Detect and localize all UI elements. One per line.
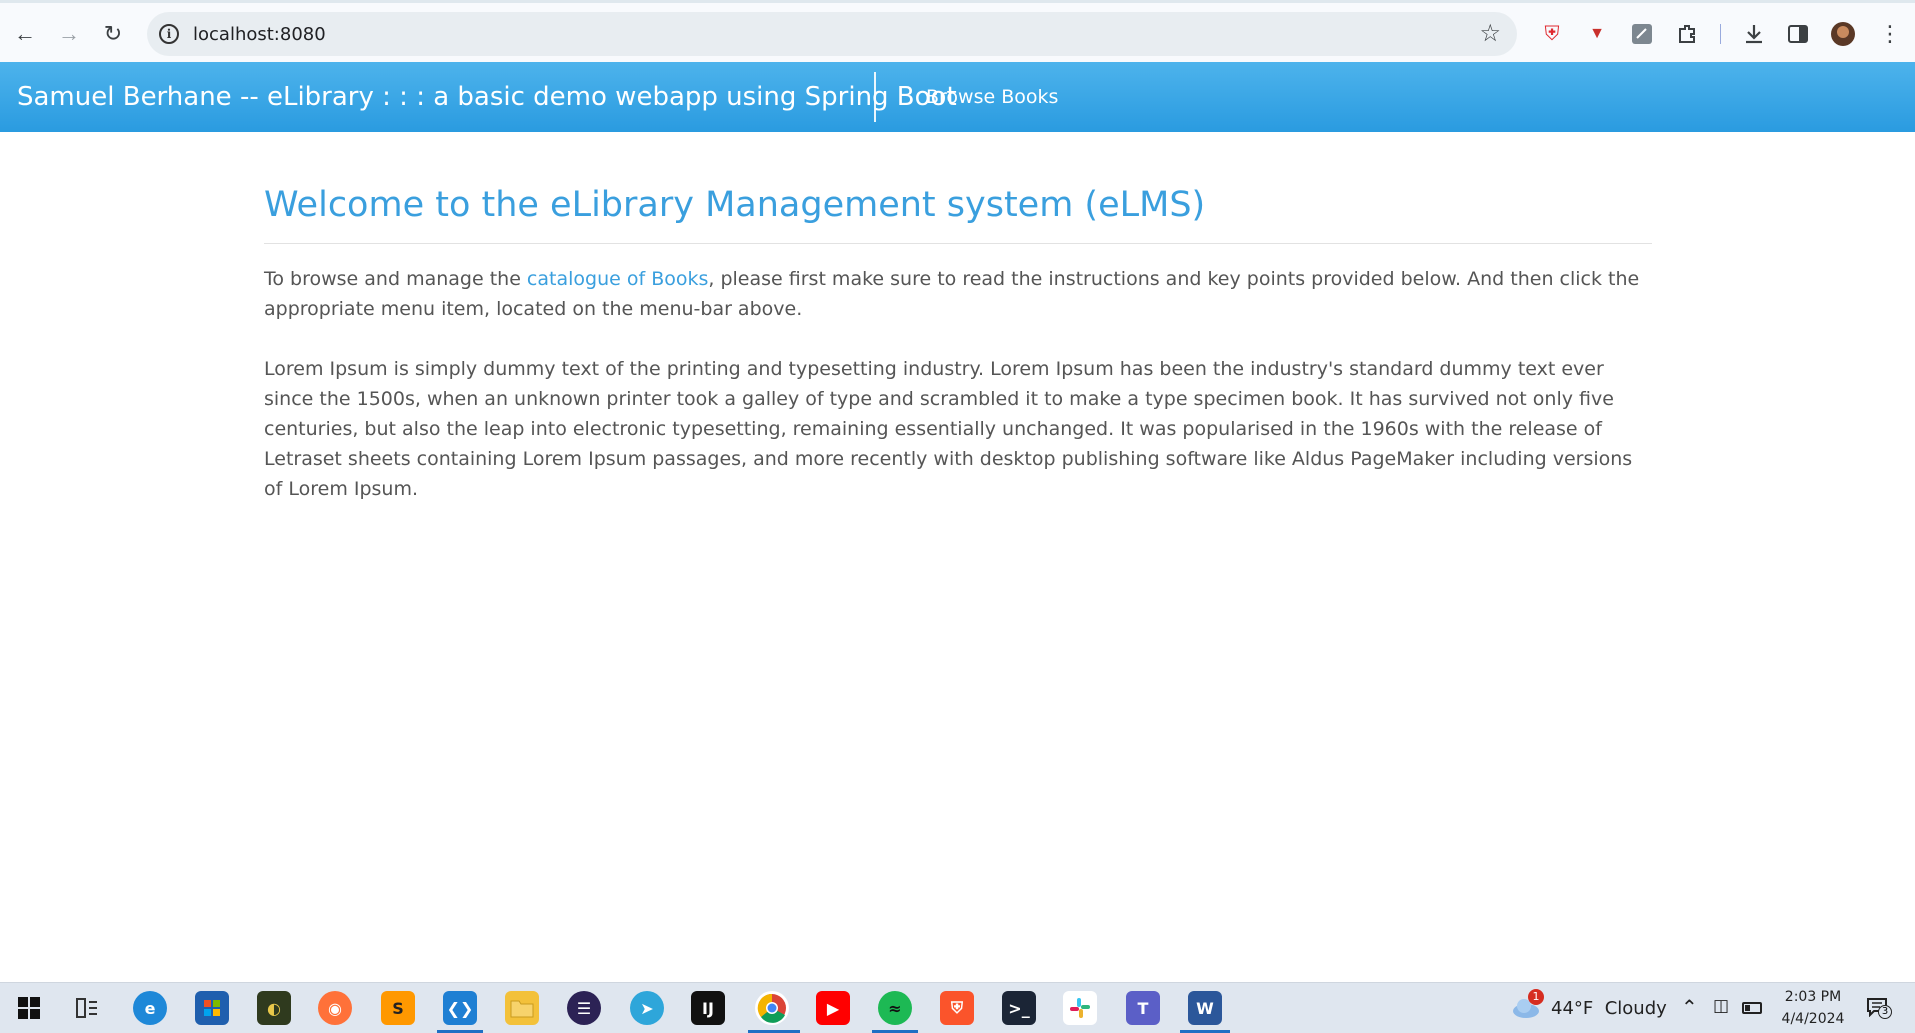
microsoft-store-icon[interactable] xyxy=(195,991,229,1025)
brand-title[interactable]: Samuel Berhane -- eLibrary : : : a basic… xyxy=(17,82,957,112)
word-icon[interactable]: W xyxy=(1188,991,1222,1025)
site-info-icon[interactable]: i xyxy=(159,24,179,44)
url-text[interactable]: localhost:8080 xyxy=(193,24,326,45)
extensions-puzzle-icon[interactable] xyxy=(1674,21,1700,47)
catalogue-link[interactable]: catalogue of Books xyxy=(527,268,708,290)
terminal-icon[interactable]: >_ xyxy=(1002,991,1036,1025)
file-explorer-icon[interactable] xyxy=(505,991,539,1025)
task-view-icon[interactable] xyxy=(70,991,104,1025)
youtube-icon[interactable]: ▶ xyxy=(816,991,850,1025)
pocket-icon[interactable]: ▼ xyxy=(1584,21,1610,47)
weather-text[interactable]: 44°F Cloudy xyxy=(1551,998,1667,1019)
reload-icon[interactable]: ↻ xyxy=(98,19,128,49)
clock-time[interactable]: 2:03 PM xyxy=(1783,989,1843,1005)
spotify-icon[interactable]: ≈ xyxy=(878,991,912,1025)
menu-kebab-icon[interactable]: ⋮ xyxy=(1877,21,1903,47)
main-content: Welcome to the eLibrary Management syste… xyxy=(264,180,1652,504)
eclipse-icon[interactable]: ☰ xyxy=(567,991,601,1025)
meet-now-icon[interactable]: ◫ xyxy=(1713,996,1729,1016)
profile-avatar[interactable] xyxy=(1830,21,1856,47)
weather-badge: 1 xyxy=(1528,989,1544,1005)
notification-center-icon[interactable]: 3 xyxy=(1866,997,1892,1019)
brave-icon[interactable]: ⛨ xyxy=(940,991,974,1025)
sublime-text-icon[interactable]: S xyxy=(381,991,415,1025)
intellij-icon[interactable]: IJ xyxy=(691,991,725,1025)
weather-cloud-icon[interactable]: 1 xyxy=(1510,989,1544,1019)
vscode-icon[interactable]: ❮❯ xyxy=(443,991,477,1025)
back-icon[interactable]: ← xyxy=(10,19,40,49)
forward-icon[interactable]: → xyxy=(54,19,84,49)
app-icon-yellow-circle[interactable]: ◐ xyxy=(257,991,291,1025)
shield-icon[interactable]: ⛨ xyxy=(1539,21,1565,47)
windows-taskbar: e ◐ ◉ S ❮❯ ☰ ➤ IJ ▶ ≈ ⛨ >_ T W 1 44°F Cl… xyxy=(0,982,1915,1033)
navbar-divider xyxy=(874,72,876,122)
edge-browser-icon[interactable]: e xyxy=(133,991,167,1025)
side-panel-icon[interactable] xyxy=(1785,21,1811,47)
windows-start-icon[interactable] xyxy=(12,991,46,1025)
bookmark-star-icon[interactable]: ☆ xyxy=(1479,19,1501,48)
download-icon[interactable] xyxy=(1741,21,1767,47)
battery-icon[interactable] xyxy=(1742,1002,1762,1014)
clock-date[interactable]: 4/4/2024 xyxy=(1778,1011,1848,1027)
slack-icon[interactable] xyxy=(1063,991,1097,1025)
lorem-paragraph: Lorem Ipsum is simply dummy text of the … xyxy=(264,358,1633,500)
teams-icon[interactable]: T xyxy=(1126,991,1160,1025)
toolbar-separator xyxy=(1720,24,1721,44)
title-divider xyxy=(264,243,1652,244)
notification-count: 3 xyxy=(1878,1005,1892,1019)
intro-paragraph: To browse and manage the catalogue of Bo… xyxy=(264,264,1652,324)
intro-text-before: To browse and manage the xyxy=(264,268,527,290)
browse-books-link[interactable]: Browse Books xyxy=(926,86,1058,108)
telegram-icon[interactable]: ➤ xyxy=(630,991,664,1025)
firefox-icon[interactable]: ◉ xyxy=(318,991,352,1025)
chevron-up-icon[interactable]: ⌃ xyxy=(1681,995,1698,1019)
chrome-icon[interactable] xyxy=(755,991,789,1025)
address-bar[interactable]: i localhost:8080 ☆ xyxy=(147,12,1517,56)
page-title: Welcome to the eLibrary Management syste… xyxy=(264,185,1206,225)
app-navbar: Samuel Berhane -- eLibrary : : : a basic… xyxy=(0,62,1915,132)
extension-app-icon[interactable] xyxy=(1629,21,1655,47)
browser-toolbar: ← → ↻ i localhost:8080 ☆ ⛨ ▼ ⋮ xyxy=(0,0,1915,62)
